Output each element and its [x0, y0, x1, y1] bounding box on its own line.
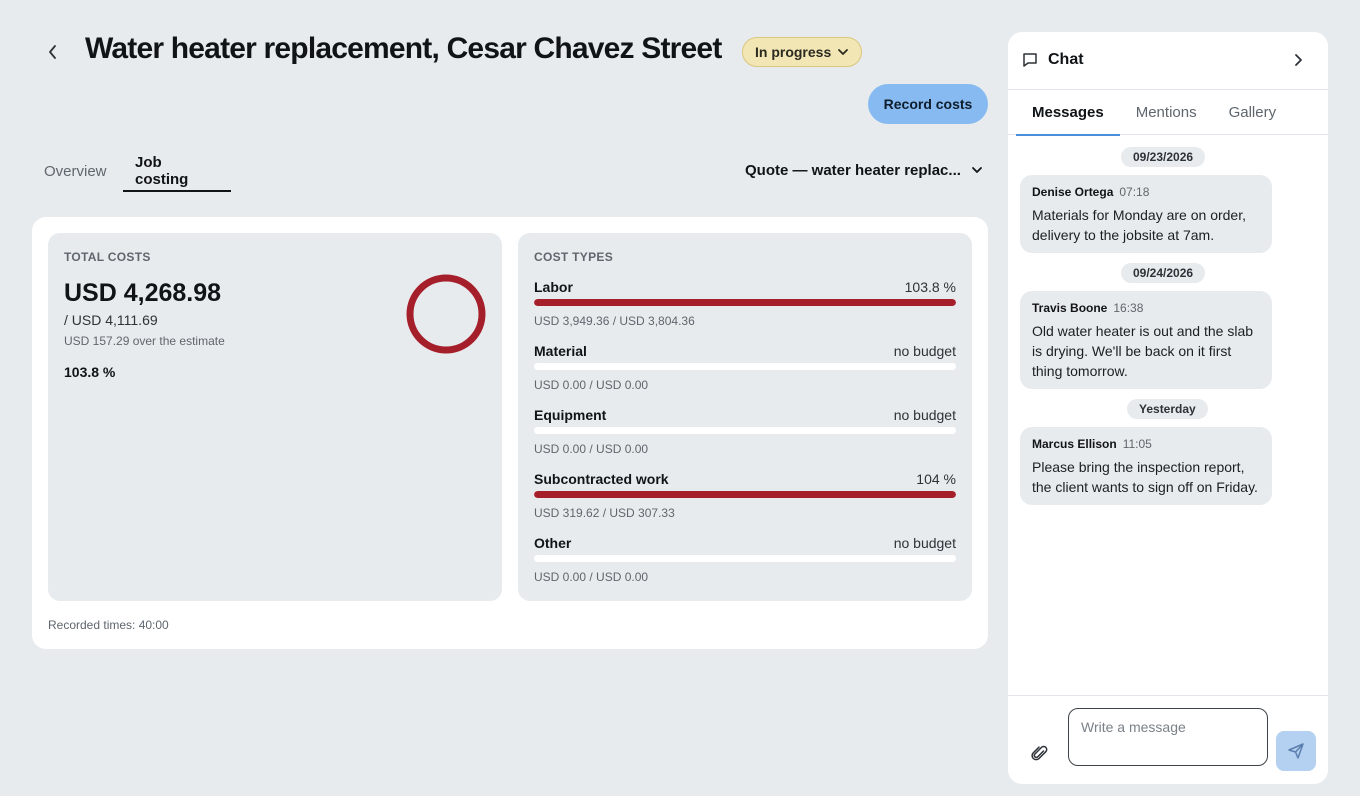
chat-panel: Chat Messages Mentions Gallery 09/23/202… [1008, 32, 1328, 784]
message-time: 07:18 [1119, 185, 1150, 199]
cost-values: USD 0.00 / USD 0.00 [534, 570, 649, 584]
tab-job-costing[interactable]: Job costing [123, 150, 231, 192]
quote-select[interactable]: Quote — water heater replac... [745, 160, 983, 180]
message-input[interactable] [1068, 708, 1268, 766]
message-author: Marcus Ellison [1032, 437, 1117, 451]
cost-row-labor: Labor 103.8 % USD 3,949.36 / USD 3,804.3… [534, 279, 956, 339]
cost-progress-bar [534, 363, 956, 370]
total-costs-budget: / USD 4,111.69 [64, 312, 158, 328]
send-icon [1288, 743, 1304, 759]
cost-percent: 103.8 % [904, 279, 956, 295]
chat-title: Chat [1048, 51, 1084, 68]
cost-row-other: Other no budget USD 0.00 / USD 0.00 [534, 535, 956, 595]
cost-progress-bar [534, 555, 956, 562]
cost-row-equipment: Equipment no budget USD 0.00 / USD 0.00 [534, 407, 956, 467]
message-author: Travis Boone [1032, 301, 1108, 315]
collapse-chat-button[interactable] [1286, 48, 1310, 72]
total-costs-percent: 103.8 % [64, 364, 116, 380]
cost-progress-bar [534, 491, 956, 498]
record-costs-button[interactable]: Record costs [868, 84, 988, 124]
cost-name: Material [534, 343, 587, 359]
cost-name: Other [534, 535, 572, 551]
cost-percent: no budget [893, 407, 956, 423]
cost-types-label: COST TYPES [534, 250, 614, 264]
send-button[interactable] [1276, 731, 1316, 771]
chat-tab-mentions[interactable]: Mentions [1120, 90, 1213, 135]
cost-progress-fill [534, 491, 956, 498]
chevron-right-icon [1295, 54, 1302, 66]
total-costs-panel: TOTAL COSTS USD 4,268.98 / USD 4,111.69 … [48, 233, 502, 601]
chevron-down-icon [972, 167, 982, 173]
cost-progress-bar [534, 299, 956, 306]
message-time: 11:05 [1122, 437, 1152, 451]
status-dropdown[interactable]: In progress [742, 37, 863, 67]
total-costs-label: TOTAL COSTS [64, 250, 151, 264]
chat-tab-gallery[interactable]: Gallery [1213, 90, 1293, 135]
quote-select-value: Quote — water heater replac... [745, 161, 961, 179]
page-title: Water heater replacement, Cesar Chavez S… [85, 32, 722, 65]
date-separator: Yesterday [1127, 399, 1208, 419]
chat-message: Travis Boone 16:38 Old water heater is ou… [1020, 291, 1272, 389]
cost-row-material: Material no budget USD 0.00 / USD 0.00 [534, 343, 956, 403]
chat-composer [1008, 695, 1328, 784]
date-separator: 09/24/2026 [1121, 263, 1206, 283]
cost-values: USD 3,949.36 / USD 3,804.36 [534, 314, 695, 328]
cost-values: USD 319.62 / USD 307.33 [534, 506, 675, 520]
chat-tabs: Messages Mentions Gallery [1008, 89, 1328, 136]
cost-types-panel: COST TYPES Labor 103.8 % USD 3,949.36 / … [518, 233, 972, 601]
page-tabs: Overview Job costing [32, 150, 231, 192]
cost-progress-fill [534, 299, 956, 306]
job-costing-card: TOTAL COSTS USD 4,268.98 / USD 4,111.69 … [32, 217, 988, 649]
chevron-down-icon [838, 49, 849, 55]
total-costs-donut-chart [406, 274, 486, 354]
cost-values: USD 0.00 / USD 0.00 [534, 442, 649, 456]
message-text: Please bring the inspection report, the … [1032, 459, 1258, 495]
message-text: Old water heater is out and the slab is … [1032, 323, 1254, 379]
date-separator: 09/23/2026 [1121, 147, 1206, 167]
total-costs-over-estimate: USD 157.29 over the estimate [64, 334, 225, 348]
message-author: Denise Ortega [1032, 185, 1114, 199]
cost-name: Equipment [534, 407, 607, 423]
attach-button[interactable] [1028, 742, 1052, 766]
cost-percent: 104 % [916, 471, 956, 487]
chat-bubble-icon [1023, 53, 1037, 67]
cost-progress-bar [534, 427, 956, 434]
message-time: 16:38 [1113, 301, 1144, 315]
donut-arc [406, 274, 486, 354]
cost-percent: no budget [893, 535, 956, 551]
tab-overview[interactable]: Overview [32, 150, 123, 192]
back-button[interactable] [40, 38, 66, 66]
chat-header: Chat [1008, 32, 1328, 88]
cost-row-subcontracted-work: Subcontracted work 104 % USD 319.62 / US… [534, 471, 956, 531]
status-label: In progress [755, 44, 832, 60]
cost-name: Subcontracted work [534, 471, 669, 487]
message-text: Materials for Monday are on order, deliv… [1032, 207, 1246, 243]
chat-tab-messages[interactable]: Messages [1016, 90, 1120, 136]
chat-message: Denise Ortega 07:18 Materials for Monday … [1020, 175, 1272, 253]
recorded-times: Recorded times: 40:00 [48, 618, 169, 632]
cost-percent: no budget [893, 343, 956, 359]
cost-name: Labor [534, 279, 573, 295]
cost-values: USD 0.00 / USD 0.00 [534, 378, 649, 392]
total-costs-amount: USD 4,268.98 [64, 279, 222, 307]
paperclip-icon [1031, 745, 1048, 761]
chat-message: Marcus Ellison 11:05 Please bring the ins… [1020, 427, 1272, 505]
chevron-left-icon [49, 45, 56, 59]
